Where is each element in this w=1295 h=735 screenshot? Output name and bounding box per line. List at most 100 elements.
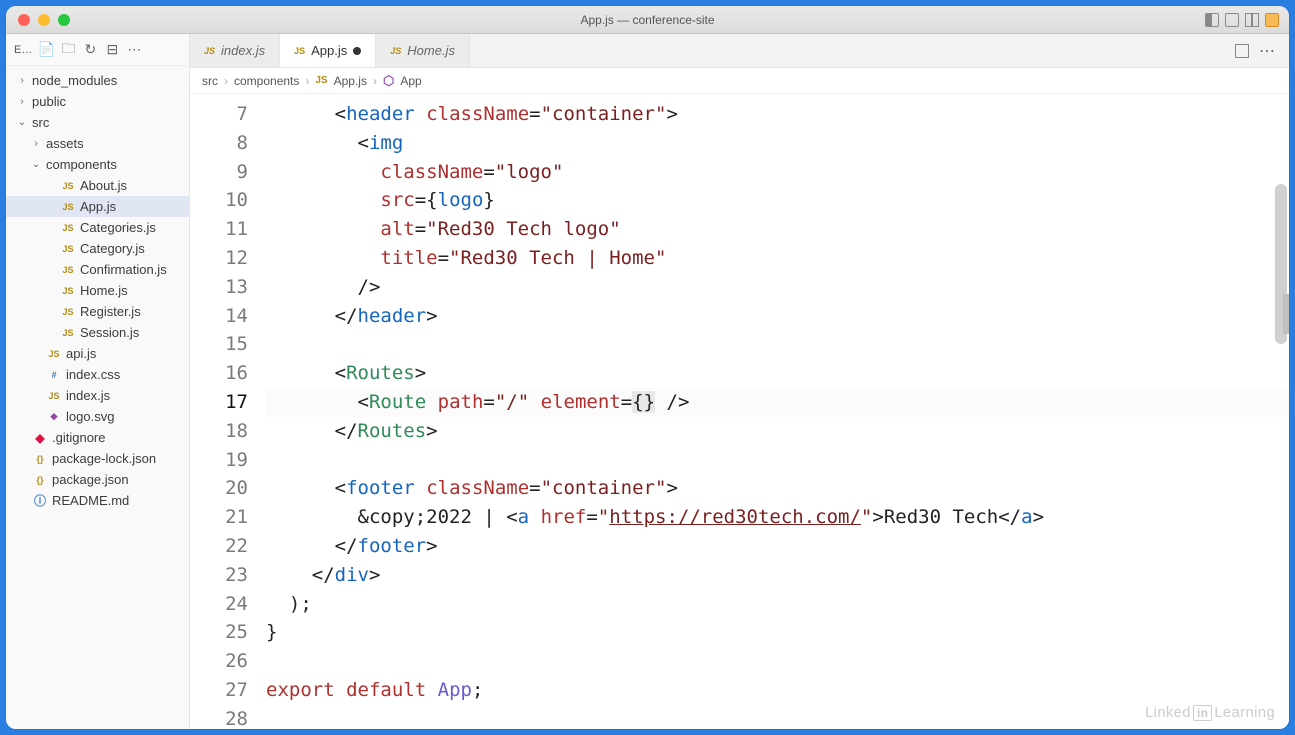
tree-item-src[interactable]: ⌄src — [6, 112, 189, 133]
code-line[interactable]: </div> — [266, 561, 1289, 590]
line-number: 18 — [190, 417, 248, 446]
split-editor-icon[interactable] — [1235, 44, 1249, 58]
code-line[interactable] — [266, 446, 1289, 475]
more-icon[interactable]: ⋯ — [126, 42, 142, 58]
code-line[interactable]: &copy;2022 | <a href="https://red30tech.… — [266, 503, 1289, 532]
code-line[interactable]: src={logo} — [266, 186, 1289, 215]
close-icon[interactable] — [18, 14, 30, 26]
tree-item-logo-svg[interactable]: ◆ logo.svg — [6, 406, 189, 427]
code-line[interactable]: className="logo" — [266, 158, 1289, 187]
tree-item-assets[interactable]: ›assets — [6, 133, 189, 154]
tree-item-label: About.js — [80, 178, 127, 193]
file-icon: ⓘ — [32, 493, 48, 509]
breadcrumb-item[interactable]: App — [400, 74, 421, 88]
code-content[interactable]: <header className="container"> <img clas… — [266, 94, 1289, 729]
file-icon: {} — [32, 472, 48, 488]
code-editor[interactable]: 7891011121314151617181920212223242526272… — [190, 94, 1289, 729]
code-line[interactable]: </Routes> — [266, 417, 1289, 446]
tree-item-api-js[interactable]: JSapi.js — [6, 343, 189, 364]
tab-actions: ⋯ — [1235, 34, 1289, 68]
code-line[interactable]: } — [266, 618, 1289, 647]
tree-item-category-js[interactable]: JSCategory.js — [6, 238, 189, 259]
code-line[interactable] — [266, 705, 1289, 729]
code-line[interactable]: <Routes> — [266, 359, 1289, 388]
tree-item--gitignore[interactable]: ◆.gitignore — [6, 427, 189, 448]
tree-item-label: Session.js — [80, 325, 139, 340]
code-line[interactable] — [266, 647, 1289, 676]
tree-item-package-json[interactable]: {}package.json — [6, 469, 189, 490]
breadcrumb-item[interactable]: src — [202, 74, 218, 88]
tree-item-session-js[interactable]: JSSession.js — [6, 322, 189, 343]
tree-item-label: logo.svg — [66, 409, 114, 424]
tree-item-register-js[interactable]: JSRegister.js — [6, 301, 189, 322]
tree-item-app-js[interactable]: JSApp.js — [6, 196, 189, 217]
customize-layout-icon[interactable] — [1265, 13, 1279, 27]
layout-panel-icon[interactable] — [1225, 13, 1239, 27]
layout-sidebar-left-icon[interactable] — [1205, 13, 1219, 27]
js-file-icon: JS — [294, 46, 305, 56]
tab-home-js[interactable]: JSHome.js — [376, 34, 470, 67]
chevron-icon: › — [16, 75, 28, 86]
tree-item-readme-md[interactable]: ⓘ README.md — [6, 490, 189, 511]
new-folder-icon[interactable]: 🗀 — [60, 42, 76, 58]
tab-index-js[interactable]: JSindex.js — [190, 34, 280, 67]
tree-item-label: README.md — [52, 493, 129, 508]
code-line[interactable]: /> — [266, 273, 1289, 302]
file-tree[interactable]: › node_modules ›public⌄src›assets ⌄ componen… — [6, 66, 189, 515]
more-actions-icon[interactable]: ⋯ — [1259, 41, 1275, 61]
file-icon: JS — [46, 388, 62, 404]
tree-item-index-css[interactable]: #index.css — [6, 364, 189, 385]
tree-item-label: Confirmation.js — [80, 262, 167, 277]
app-window: App.js — conference-site E… 📄 🗀 ↻ ⊟ ⋯ ›n… — [6, 6, 1289, 729]
code-line[interactable]: alt="Red30 Tech logo" — [266, 215, 1289, 244]
tree-item-about-js[interactable]: JSAbout.js — [6, 175, 189, 196]
line-number: 23 — [190, 561, 248, 590]
code-line[interactable]: ); — [266, 590, 1289, 619]
maximize-icon[interactable] — [58, 14, 70, 26]
code-line[interactable]: title="Red30 Tech | Home" — [266, 244, 1289, 273]
tree-item-components[interactable]: ⌄ components — [6, 154, 189, 175]
tree-item-label: node_modules — [32, 73, 117, 88]
code-line[interactable]: <img — [266, 129, 1289, 158]
code-line[interactable]: </footer> — [266, 532, 1289, 561]
tree-item-categories-js[interactable]: JSCategories.js — [6, 217, 189, 238]
line-number: 11 — [190, 215, 248, 244]
tab-app-js[interactable]: JSApp.js — [280, 34, 376, 67]
tree-item-label: public — [32, 94, 66, 109]
breadcrumb-separator-icon: › — [305, 74, 309, 88]
tree-item-label: index.js — [66, 388, 110, 403]
tree-item-confirmation-js[interactable]: JSConfirmation.js — [6, 259, 189, 280]
js-file-icon: JS — [204, 46, 215, 56]
tree-item-package-lock-json[interactable]: {}package-lock.json — [6, 448, 189, 469]
unsaved-dot-icon — [353, 47, 361, 55]
file-icon: ◆ — [46, 409, 62, 425]
tree-item-index-js[interactable]: JS index.js — [6, 385, 189, 406]
code-line[interactable] — [266, 330, 1289, 359]
breadcrumb-item[interactable]: App.js — [334, 74, 367, 88]
file-icon: ◆ — [32, 430, 48, 446]
code-line[interactable]: <header className="container"> — [266, 100, 1289, 129]
layout-sidebar-right-icon[interactable] — [1245, 13, 1259, 27]
line-number: 12 — [190, 244, 248, 273]
tree-item-public[interactable]: ›public — [6, 91, 189, 112]
new-file-icon[interactable]: 📄 — [38, 42, 54, 58]
code-line[interactable]: export default App; — [266, 676, 1289, 705]
tree-item-home-js[interactable]: JSHome.js — [6, 280, 189, 301]
collapse-icon[interactable]: ⊟ — [104, 42, 120, 58]
code-line[interactable]: </header> — [266, 302, 1289, 331]
main-split: E… 📄 🗀 ↻ ⊟ ⋯ ›node_modules›public⌄src›as… — [6, 34, 1289, 729]
file-icon: JS — [60, 220, 76, 236]
code-line[interactable]: <footer className="container"> — [266, 474, 1289, 503]
explorer-sidebar: E… 📄 🗀 ↻ ⊟ ⋯ ›node_modules›public⌄src›as… — [6, 34, 190, 729]
breadcrumbs[interactable]: src›components›JSApp.js›⬡App — [190, 68, 1289, 94]
breadcrumb-item[interactable]: components — [234, 74, 299, 88]
breadcrumb-separator-icon: › — [224, 74, 228, 88]
tree-item-label: components — [46, 157, 117, 172]
tree-item-node_modules[interactable]: › node_modules — [6, 70, 189, 91]
code-line[interactable]: <Route path="/" element={} /> — [266, 388, 1289, 417]
tree-item-label: package-lock.json — [52, 451, 156, 466]
tree-item-label: src — [32, 115, 49, 130]
minimize-icon[interactable] — [38, 14, 50, 26]
refresh-icon[interactable]: ↻ — [82, 42, 98, 58]
chevron-icon: ⌄ — [30, 159, 42, 170]
